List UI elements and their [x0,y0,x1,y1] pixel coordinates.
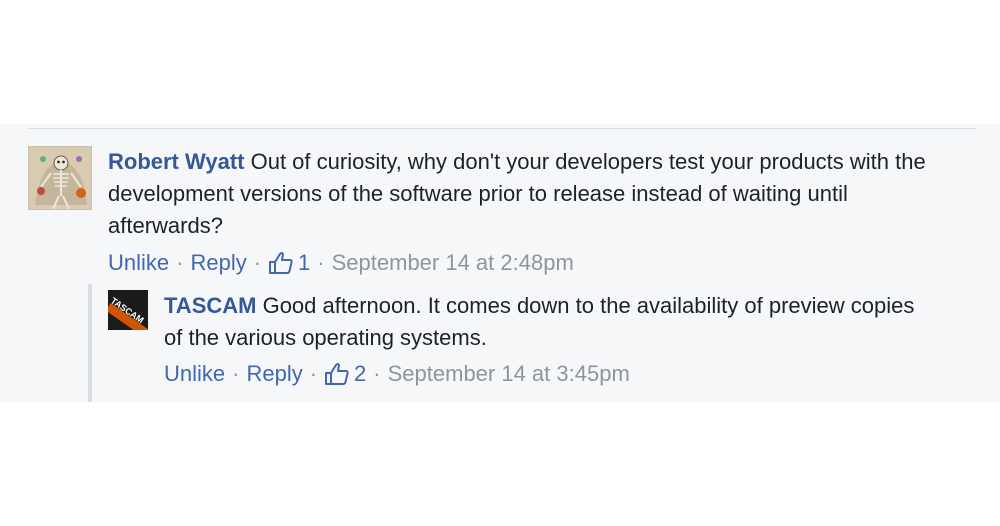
separator-dot: · [373,361,381,386]
divider [28,128,976,129]
separator-dot: · [253,250,262,275]
avatar-tascam[interactable]: TASCAM [108,290,148,330]
like-count-button[interactable]: 2 [324,360,366,388]
tascam-logo-avatar: TASCAM [108,290,148,330]
reply-link[interactable]: Reply [190,249,246,277]
reply-body: TASCAM Good afternoon. It comes down to … [164,290,934,354]
reply-indent-bar [88,284,92,402]
comment-timestamp[interactable]: September 14 at 2:48pm [332,249,574,277]
unlike-link[interactable]: Unlike [164,360,225,388]
reply-link[interactable]: Reply [246,360,302,388]
like-count: 1 [298,250,311,275]
skeleton-avatar-image [29,147,91,209]
comment-text: Good afternoon. It comes down to the ava… [164,293,915,350]
avatar-robert-wyatt[interactable] [28,146,92,210]
thumbs-up-icon [269,252,293,274]
comment-author-link[interactable]: Robert Wyatt [108,149,245,174]
like-count-button[interactable]: 1 [268,249,310,277]
unlike-link[interactable]: Unlike [108,249,169,277]
separator-dot: · [232,361,240,386]
reply-actions: Unlike · Reply · 2 · September 14 at 3:4… [164,360,630,388]
comment-thread: Robert Wyatt Out of curiosity, why don't… [0,124,1000,402]
thumbs-up-icon [325,363,349,385]
separator-dot: · [176,250,184,275]
separator-dot: · [317,250,325,275]
separator-dot: · [309,361,318,386]
comment-actions: Unlike · Reply · 1 · September 14 at 2:4… [108,249,574,277]
comment-author-link[interactable]: TASCAM [164,293,256,318]
comment-body: Robert Wyatt Out of curiosity, why don't… [108,146,938,242]
like-count: 2 [354,361,367,386]
comment-timestamp[interactable]: September 14 at 3:45pm [388,360,630,388]
